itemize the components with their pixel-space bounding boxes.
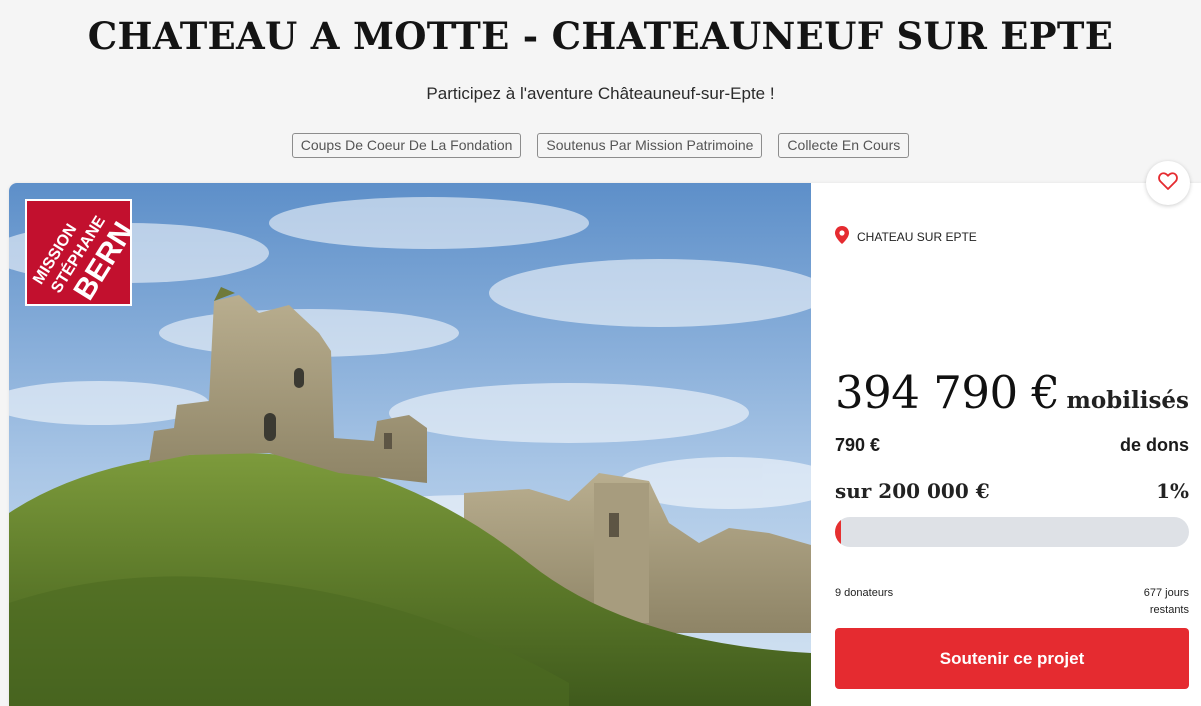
donations-amount: 790 € — [835, 435, 881, 455]
donors-count: 9 donateurs — [835, 587, 894, 599]
goal-percent: 1% — [1156, 479, 1189, 503]
donations-row: 790 € de dons — [835, 435, 1189, 456]
page-title: CHATEAU A MOTTE - CHATEAUNEUF SUR EPTE — [87, 14, 1114, 58]
tag-list: Coups De Coeur De La Fondation Soutenus … — [0, 133, 1201, 158]
project-location: CHATEAU SUR EPTE — [835, 226, 977, 247]
amount-suffix: mobilisés — [1066, 387, 1189, 414]
amount-raised: 394 790 € mobilisés — [835, 366, 1189, 419]
days-remaining-line1: 677 jours — [1143, 587, 1189, 599]
tag-collecte-en-cours[interactable]: Collecte En Cours — [778, 133, 910, 158]
progress-bar — [835, 517, 1189, 547]
funding-panel: CHATEAU SUR EPTE 394 790 € mobilisés 790… — [835, 183, 1189, 706]
project-card: MISSION STÉPHANE BERN CHATEAU SUR EPTE 3… — [9, 183, 1201, 706]
location-label: CHATEAU SUR EPTE — [857, 229, 977, 244]
goal-amount: sur 200 000 € — [835, 479, 990, 503]
map-pin-icon — [835, 226, 849, 247]
donations-label: de dons — [1119, 435, 1189, 455]
days-remaining: 677 jours restants — [1144, 585, 1189, 619]
support-project-button[interactable]: Soutenir ce projet — [835, 628, 1189, 689]
amount-value: 394 790 € — [835, 366, 1060, 419]
days-remaining-line2: restants — [1149, 604, 1189, 616]
progress-fill — [835, 517, 841, 547]
heart-icon — [1158, 171, 1178, 195]
campaign-stats: 9 donateurs 677 jours restants — [835, 585, 1189, 619]
mission-bern-logo: MISSION STÉPHANE BERN — [25, 199, 132, 306]
page-subtitle: Participez à l'aventure Châteauneuf-sur-… — [426, 84, 775, 103]
project-photo: MISSION STÉPHANE BERN — [9, 183, 811, 706]
tag-coups-de-coeur[interactable]: Coups De Coeur De La Fondation — [291, 133, 522, 158]
goal-row: sur 200 000 € 1% — [835, 479, 1189, 503]
tag-mission-patrimoine[interactable]: Soutenus Par Mission Patrimoine — [537, 133, 763, 158]
favorite-button[interactable] — [1146, 161, 1190, 205]
